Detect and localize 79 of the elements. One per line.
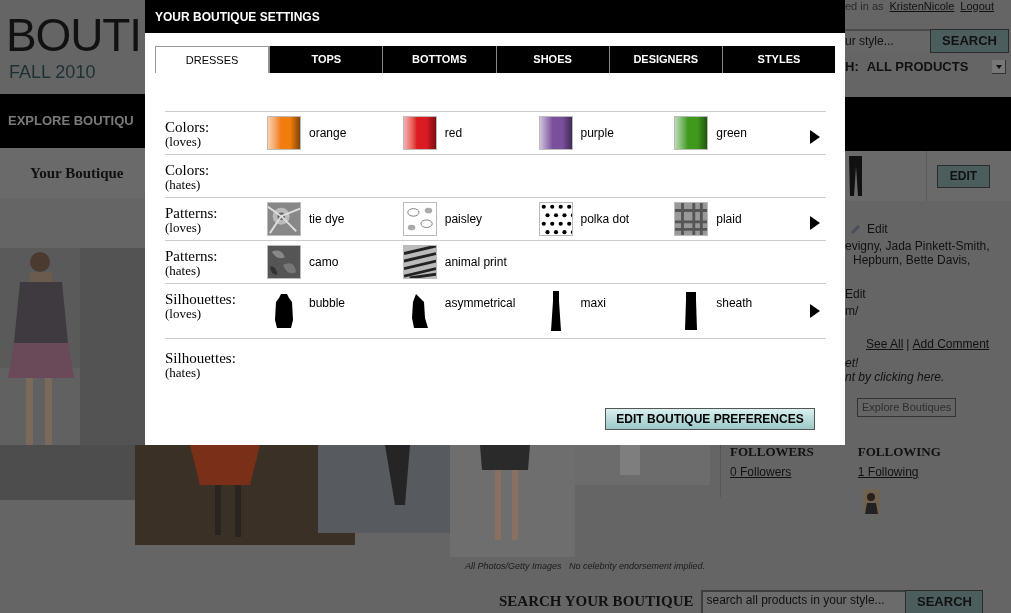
sentiment-label: (hates)	[165, 366, 202, 380]
search-button[interactable]: SEARCH	[905, 590, 984, 613]
edit-preferences-button[interactable]: EDIT BOUTIQUE PREFERENCES	[605, 408, 815, 430]
edit-link[interactable]: Edit	[845, 287, 1011, 301]
url-text: m/	[845, 304, 860, 318]
category-tab[interactable]: TOPS	[269, 46, 383, 73]
pattern-swatch-icon[interactable]	[538, 202, 573, 236]
separator-text: |	[906, 337, 910, 351]
category-label: Patterns:	[165, 205, 219, 221]
category-tab[interactable]: STYLES	[721, 46, 836, 73]
color-swatch[interactable]	[267, 116, 301, 150]
color-swatch[interactable]	[674, 116, 709, 150]
following-title: FOLLOWING	[857, 445, 941, 459]
dialog-title: YOUR BOUTIQUE SETTINGS	[155, 8, 320, 26]
item-label: paisley	[444, 211, 483, 228]
logo: BOUTI	[6, 8, 141, 62]
edit-link[interactable]: Edit	[867, 220, 888, 238]
logout-link[interactable]: Logout	[960, 0, 994, 12]
item-label: asymmetrical	[444, 295, 516, 312]
category-label: Silhouettes:	[165, 350, 237, 366]
scope-label: H:	[845, 58, 859, 77]
item-label: tie dye	[309, 211, 345, 228]
sentiment-label: (loves)	[165, 135, 203, 149]
search-title: SEARCH YOUR BOUTIQUE	[499, 591, 694, 611]
pattern-swatch-icon[interactable]	[402, 202, 437, 236]
item-label: animal print	[444, 254, 507, 271]
add-comment-link[interactable]: Add Comment	[912, 337, 990, 351]
category-label: Silhouettes:	[165, 291, 237, 307]
color-swatch[interactable]	[402, 116, 437, 150]
pattern-swatch-icon[interactable]	[674, 202, 709, 236]
section-title: Your Boutique	[30, 163, 124, 183]
scope-value[interactable]: ALL PRODUCTS	[866, 57, 969, 77]
item-label: green	[716, 125, 747, 142]
item-label: maxi	[580, 295, 606, 312]
category-tab[interactable]: SHOES	[495, 46, 609, 73]
search-field[interactable]: ur style...	[845, 29, 930, 51]
item-label: bubble	[309, 295, 346, 312]
pants-icon	[848, 156, 864, 196]
item-label: red	[444, 125, 463, 142]
category-tab[interactable]: DESIGNERS	[608, 46, 722, 73]
item-label: camo	[309, 254, 339, 271]
item-label: plaid	[716, 211, 742, 228]
celebrity-text: evigny, Jada Pinkett-Smith,	[845, 239, 991, 253]
dress-icon[interactable]	[409, 294, 430, 328]
username-link[interactable]: KristenNicole	[889, 0, 955, 12]
season-label: FALL 2010	[8, 62, 97, 82]
edit-button[interactable]: EDIT	[937, 164, 990, 188]
color-swatch[interactable]	[538, 116, 573, 150]
nav-item[interactable]: EXPLORE BOUTIQU	[8, 111, 134, 131]
following-link[interactable]: 1 Following	[857, 465, 919, 479]
see-all-link[interactable]: See All	[866, 337, 904, 351]
item-label: orange	[309, 125, 347, 142]
next-arrow-icon[interactable]	[810, 216, 820, 230]
category-tab[interactable]: DRESSES	[155, 46, 270, 73]
comment-note: et!	[845, 356, 860, 370]
search-field[interactable]: search all products in your style...	[701, 590, 906, 613]
category-label: Patterns:	[165, 248, 219, 264]
pattern-swatch-icon[interactable]	[267, 245, 301, 279]
sentiment-label: (loves)	[165, 307, 203, 321]
sentiment-label: (loves)	[165, 221, 203, 235]
category-tab[interactable]: BOTTOMS	[382, 46, 496, 73]
sentiment-label: (hates)	[165, 264, 202, 278]
category-label: Colors:	[165, 119, 211, 135]
followers-title: FOLLOWERS	[730, 445, 814, 459]
item-label: purple	[580, 125, 614, 142]
category-label: Colors:	[165, 162, 211, 178]
followers-link[interactable]: 0 Followers	[730, 465, 792, 479]
pattern-swatch-icon[interactable]	[267, 202, 301, 236]
dress-icon[interactable]	[274, 294, 294, 328]
item-label: polka dot	[580, 211, 630, 228]
comment-note: nt by clicking here.	[845, 370, 946, 384]
item-label: sheath	[716, 295, 753, 312]
search-button[interactable]: SEARCH	[930, 29, 1009, 53]
pattern-swatch-icon[interactable]	[402, 245, 437, 279]
celebrity-text: Hepburn, Bette Davis,	[852, 253, 972, 267]
next-arrow-icon[interactable]	[810, 130, 820, 144]
sentiment-label: (hates)	[165, 178, 202, 192]
next-arrow-icon[interactable]	[810, 304, 820, 318]
photo-caption: All Photos/Getty Images No celebrity endorsement implied.	[464, 560, 707, 572]
